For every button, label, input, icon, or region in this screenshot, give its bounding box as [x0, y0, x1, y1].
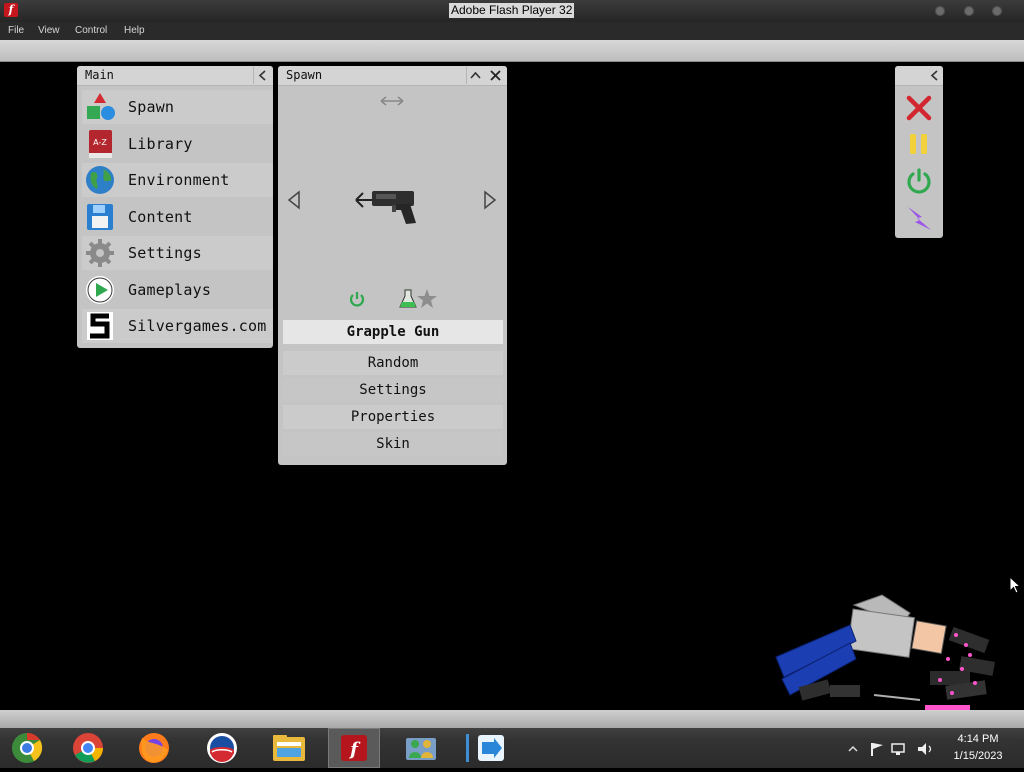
close-red-icon[interactable]	[905, 94, 933, 122]
clock-date[interactable]: 1/15/2023	[943, 750, 1013, 762]
menu-control[interactable]: Control	[75, 25, 107, 36]
reset-green-icon[interactable]	[346, 289, 368, 311]
next-item-button[interactable]	[482, 190, 498, 210]
firefox-icon	[139, 733, 169, 763]
settings-button[interactable]: Settings	[283, 378, 503, 402]
main-item-label: Spawn	[128, 98, 175, 116]
svg-text:A-Z: A-Z	[93, 138, 107, 147]
spawn-panel-title: Spawn	[286, 68, 323, 82]
main-item-label: Gameplays	[128, 281, 212, 299]
menu-view[interactable]: View	[38, 25, 60, 36]
chevron-up-icon	[470, 71, 481, 79]
main-item-library[interactable]: A-Z Library	[82, 127, 273, 161]
power-icon[interactable]	[905, 167, 933, 195]
main-item-label: Environment	[128, 171, 230, 189]
gear-icon	[86, 239, 114, 267]
selected-item-label: Grapple Gun	[283, 320, 503, 344]
main-item-gameplays[interactable]: Gameplays	[82, 273, 273, 307]
book-icon: A-Z	[89, 130, 112, 158]
taskbar-app-chrome[interactable]	[62, 728, 114, 768]
menu-file[interactable]: File	[8, 25, 24, 36]
main-item-content[interactable]: Content	[82, 200, 273, 234]
window-title: Adobe Flash Player 32	[449, 3, 575, 18]
flag-icon	[871, 743, 883, 756]
clock-time[interactable]: 4:14 PM	[943, 733, 1013, 745]
network-people-icon	[406, 738, 436, 760]
random-button[interactable]: Random	[283, 351, 503, 375]
close-spawn-button[interactable]	[487, 67, 504, 84]
spawn-panel-header[interactable]: Spawn	[278, 66, 507, 86]
main-panel-title: Main	[85, 68, 114, 82]
main-item-label: Silvergames.com	[128, 317, 267, 335]
main-item-settings[interactable]: Settings	[82, 236, 273, 270]
taskbar-app-arrow[interactable]	[462, 728, 514, 768]
floppy-icon	[87, 204, 113, 230]
app-arrow-icon	[466, 734, 504, 762]
maximize-button[interactable]	[964, 6, 974, 16]
taskbar-top-edge	[0, 710, 1024, 728]
silvergames-logo-icon	[87, 312, 113, 340]
main-panel-header[interactable]: Main	[77, 66, 273, 86]
mouse-cursor-icon	[1009, 576, 1021, 594]
main-panel: Main Spawn A-Z Library Environment Conte…	[77, 66, 273, 348]
main-item-environment[interactable]: Environment	[82, 163, 273, 197]
taskbar-app-obama-logo[interactable]	[196, 728, 248, 768]
control-panel-header[interactable]	[895, 66, 943, 86]
chevron-left-icon	[258, 70, 266, 81]
control-panel	[895, 66, 943, 238]
resize-arrows-icon[interactable]	[380, 95, 404, 107]
network-icon	[891, 743, 905, 755]
close-icon	[490, 70, 501, 81]
chevron-left-icon	[930, 70, 938, 81]
main-item-spawn[interactable]: Spawn	[82, 90, 273, 124]
close-window-button[interactable]	[992, 6, 1002, 16]
spawn-panel: Spawn Grapple Gun Random Settings Proper…	[278, 66, 507, 465]
menu-bar	[0, 22, 1024, 40]
properties-button[interactable]: Properties	[283, 405, 503, 429]
taskbar-app-file-explorer[interactable]	[263, 728, 315, 768]
chrome-icon	[73, 733, 103, 763]
flask-star-icon[interactable]	[399, 287, 439, 311]
flash-app-icon: f	[4, 3, 18, 17]
menu-help[interactable]: Help	[124, 25, 145, 36]
main-item-label: Settings	[128, 244, 202, 262]
system-tray-icons	[848, 743, 932, 756]
lightning-icon[interactable]	[904, 203, 934, 233]
toolbar-strip	[0, 40, 1024, 62]
volume-icon	[918, 743, 932, 755]
prev-item-button[interactable]	[286, 190, 302, 210]
collapse-spawn-button[interactable]	[466, 67, 484, 84]
taskbar-app-network-people[interactable]	[396, 728, 448, 768]
grapple-gun-preview-icon	[355, 191, 416, 224]
shapes-icon	[87, 93, 115, 120]
chrome-old-icon	[12, 732, 43, 763]
skin-button[interactable]: Skin	[283, 432, 503, 456]
collapse-control-button[interactable]	[926, 67, 943, 84]
main-item-label: Library	[128, 135, 193, 153]
file-explorer-icon	[273, 735, 305, 761]
taskbar-app-chrome-old[interactable]	[2, 728, 54, 768]
pause-icon[interactable]	[907, 132, 931, 156]
main-item-silvergames[interactable]: Silvergames.com	[82, 309, 273, 343]
collapse-main-button[interactable]	[253, 67, 271, 84]
globe-icon	[86, 166, 114, 194]
minimize-button[interactable]	[935, 6, 945, 16]
ragdoll-scene	[775, 594, 995, 711]
taskbar-app-flash-player[interactable]: f	[328, 728, 380, 768]
taskbar-app-firefox[interactable]	[128, 728, 180, 768]
play-icon	[86, 276, 114, 304]
main-item-label: Content	[128, 208, 193, 226]
flash-player-icon: f	[341, 735, 367, 761]
obama-logo-icon	[207, 733, 237, 763]
